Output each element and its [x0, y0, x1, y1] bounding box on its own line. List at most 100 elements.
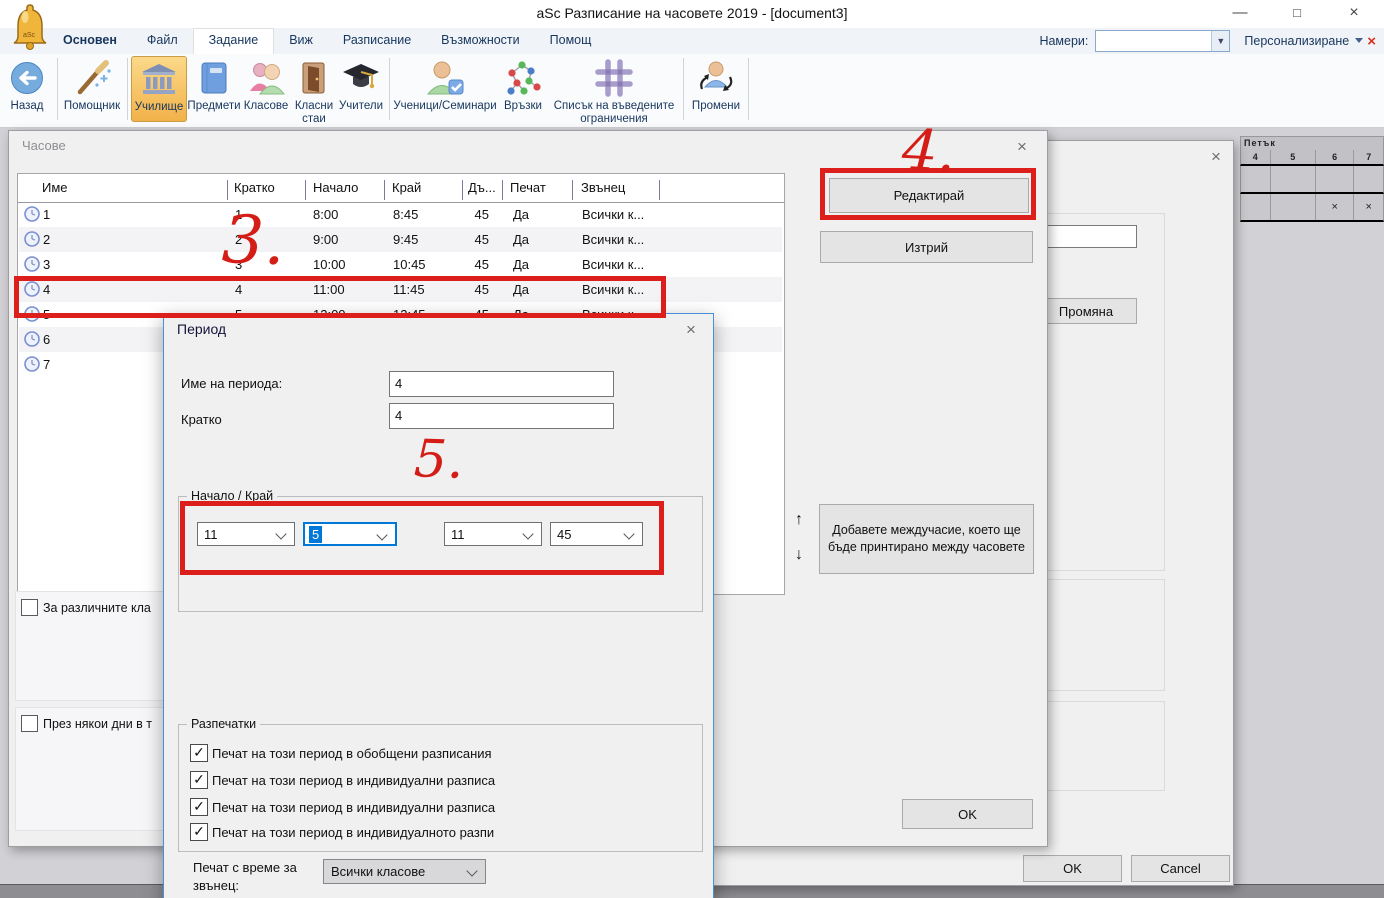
ribbon-tabs: Основен Файл Задание Виж Разписание Възм…: [48, 28, 606, 54]
chevron-down-icon[interactable]: [1355, 38, 1363, 43]
print-individual-3-checkbox[interactable]: ✓: [190, 823, 208, 841]
cell-end: 10:45: [393, 257, 426, 272]
change-button[interactable]: Промяна: [1035, 298, 1137, 324]
select-value: Всички класове: [331, 864, 425, 879]
toolbar-subjects-button[interactable]: Предмети: [186, 56, 242, 113]
col-name[interactable]: Име: [42, 180, 68, 195]
timetable-cell[interactable]: [1354, 166, 1383, 192]
toolbar-back-button[interactable]: Назад: [2, 56, 52, 113]
timetable-row[interactable]: [1240, 166, 1384, 194]
cell-print: Да: [513, 232, 529, 247]
table-row[interactable]: 1 1 8:00 8:45 45 Да Всички к...: [19, 202, 782, 227]
toolbar-classrooms-button[interactable]: Класни стаи: [290, 56, 338, 126]
timetable-cell[interactable]: [1271, 166, 1316, 192]
close-icon[interactable]: ×: [1205, 147, 1227, 167]
students-icon: [393, 56, 497, 100]
period-header: 5: [1271, 150, 1316, 164]
close-icon[interactable]: ×: [1011, 137, 1033, 157]
back-icon: [2, 56, 52, 100]
main-toolbar: Назад Помощник: [0, 54, 1384, 128]
links-icon: [497, 56, 549, 100]
annotation-step-3: 3.: [221, 207, 286, 275]
asc-bell-logo-icon: aSc: [10, 1, 50, 51]
move-down-icon[interactable]: ↓: [795, 546, 803, 564]
timetable-cell[interactable]: [1271, 194, 1316, 220]
col-bell[interactable]: Звънец: [581, 180, 625, 195]
clock-icon: [24, 231, 40, 247]
cell-name: 3: [43, 257, 50, 272]
timetable-cell[interactable]: ×: [1354, 194, 1383, 220]
text-input[interactable]: [1035, 225, 1137, 248]
ok-button[interactable]: OK: [902, 799, 1033, 829]
tab-zadanie[interactable]: Задание: [193, 28, 275, 54]
col-start[interactable]: Начало: [313, 180, 358, 195]
chevron-down-icon[interactable]: ▼: [1211, 31, 1229, 51]
annotation-rect-combos: [180, 501, 664, 575]
toolbar-wizard-button[interactable]: Помощник: [60, 56, 124, 113]
cell-length: 45: [453, 257, 489, 272]
app-window: aSc Разписание на часовете 2019 - [docum…: [0, 0, 1384, 898]
move-up-icon[interactable]: ↑: [795, 511, 803, 529]
delete-button[interactable]: Изтрий: [820, 231, 1033, 263]
bell-print-select[interactable]: Всички класове: [323, 859, 486, 884]
close-icon[interactable]: ×: [680, 320, 702, 340]
tab-fail[interactable]: Файл: [132, 28, 193, 54]
add-break-button[interactable]: Добавете междучасие, което ще бъде принт…: [819, 504, 1034, 574]
minimize-button[interactable]: —: [1212, 0, 1268, 28]
table-row[interactable]: 3 3 10:00 10:45 45 Да Всички к...: [19, 252, 782, 277]
toolbar-constraints-button[interactable]: Списък на въведените ограничения: [549, 56, 679, 126]
clock-icon: [24, 331, 40, 347]
toolbar-classes-button[interactable]: Класове: [242, 56, 290, 113]
timetable-cell[interactable]: ×: [1316, 194, 1354, 220]
close-button[interactable]: ×: [1326, 0, 1382, 28]
title-bar: aSc Разписание на часовете 2019 - [docum…: [0, 0, 1384, 28]
timetable-cell[interactable]: [1241, 166, 1271, 192]
tab-pomosht[interactable]: Помощ: [535, 28, 607, 54]
tab-razpisanie[interactable]: Разписание: [328, 28, 426, 54]
period-name-input[interactable]: 4: [389, 371, 614, 397]
print-summary-checkbox[interactable]: ✓: [190, 744, 208, 762]
period-short-input[interactable]: 4: [389, 403, 614, 429]
toolbar-teachers-button[interactable]: Учители: [338, 56, 384, 113]
print-individual-2-checkbox[interactable]: ✓: [190, 798, 208, 816]
tab-vazmozhnosti[interactable]: Възможности: [426, 28, 534, 54]
toolbar-school-button[interactable]: Училище: [131, 56, 187, 122]
toolbar-changes-button[interactable]: Промени: [687, 56, 745, 113]
col-print[interactable]: Печат: [510, 180, 546, 195]
cell-name: 6: [43, 332, 50, 347]
changes-icon: [687, 56, 745, 100]
table-row[interactable]: 2 2 9:00 9:45 45 Да Всички к...: [19, 227, 782, 252]
period-name-label: Име на периода:: [181, 376, 282, 391]
checkbox-label: Печат на този период в обобщени разписан…: [212, 746, 653, 761]
maximize-button[interactable]: □: [1269, 0, 1325, 28]
group-label: Разпечатки: [187, 717, 260, 731]
timetable-row[interactable]: × ×: [1240, 194, 1384, 222]
dialog-title: Период: [177, 321, 226, 337]
tab-vizh[interactable]: Виж: [274, 28, 328, 54]
close-panel-icon[interactable]: ×: [1367, 33, 1376, 50]
classes-icon: [242, 56, 290, 100]
ok-button[interactable]: OK: [1023, 855, 1122, 882]
toolbar-links-button[interactable]: Връзки: [497, 56, 549, 113]
clock-icon: [24, 356, 40, 372]
col-short[interactable]: Кратко: [234, 180, 275, 195]
group-box: [1041, 213, 1165, 571]
print-individual-1-checkbox[interactable]: ✓: [190, 771, 208, 789]
cell-bell: Всички к...: [582, 207, 644, 222]
timetable-cell[interactable]: [1241, 194, 1271, 220]
customize-menu[interactable]: Персонализиране: [1244, 34, 1349, 48]
some-days-checkbox[interactable]: [21, 715, 38, 732]
cancel-button[interactable]: Cancel: [1131, 855, 1230, 882]
timetable-cell[interactable]: [1316, 166, 1354, 192]
toolbar-label: Класни стаи: [290, 100, 338, 126]
toolbar-students-button[interactable]: Ученици/Семинари: [393, 56, 497, 113]
different-classes-checkbox[interactable]: [21, 599, 38, 616]
dialog-title: Часове: [22, 138, 66, 153]
toolbar-label: Учители: [338, 100, 384, 113]
find-input[interactable]: ▼: [1095, 30, 1230, 52]
tab-osnoven[interactable]: Основен: [48, 28, 132, 54]
clock-icon: [24, 256, 40, 272]
col-end[interactable]: Край: [392, 180, 421, 195]
col-length[interactable]: Дъ...: [468, 180, 496, 195]
wand-icon: [60, 56, 124, 100]
